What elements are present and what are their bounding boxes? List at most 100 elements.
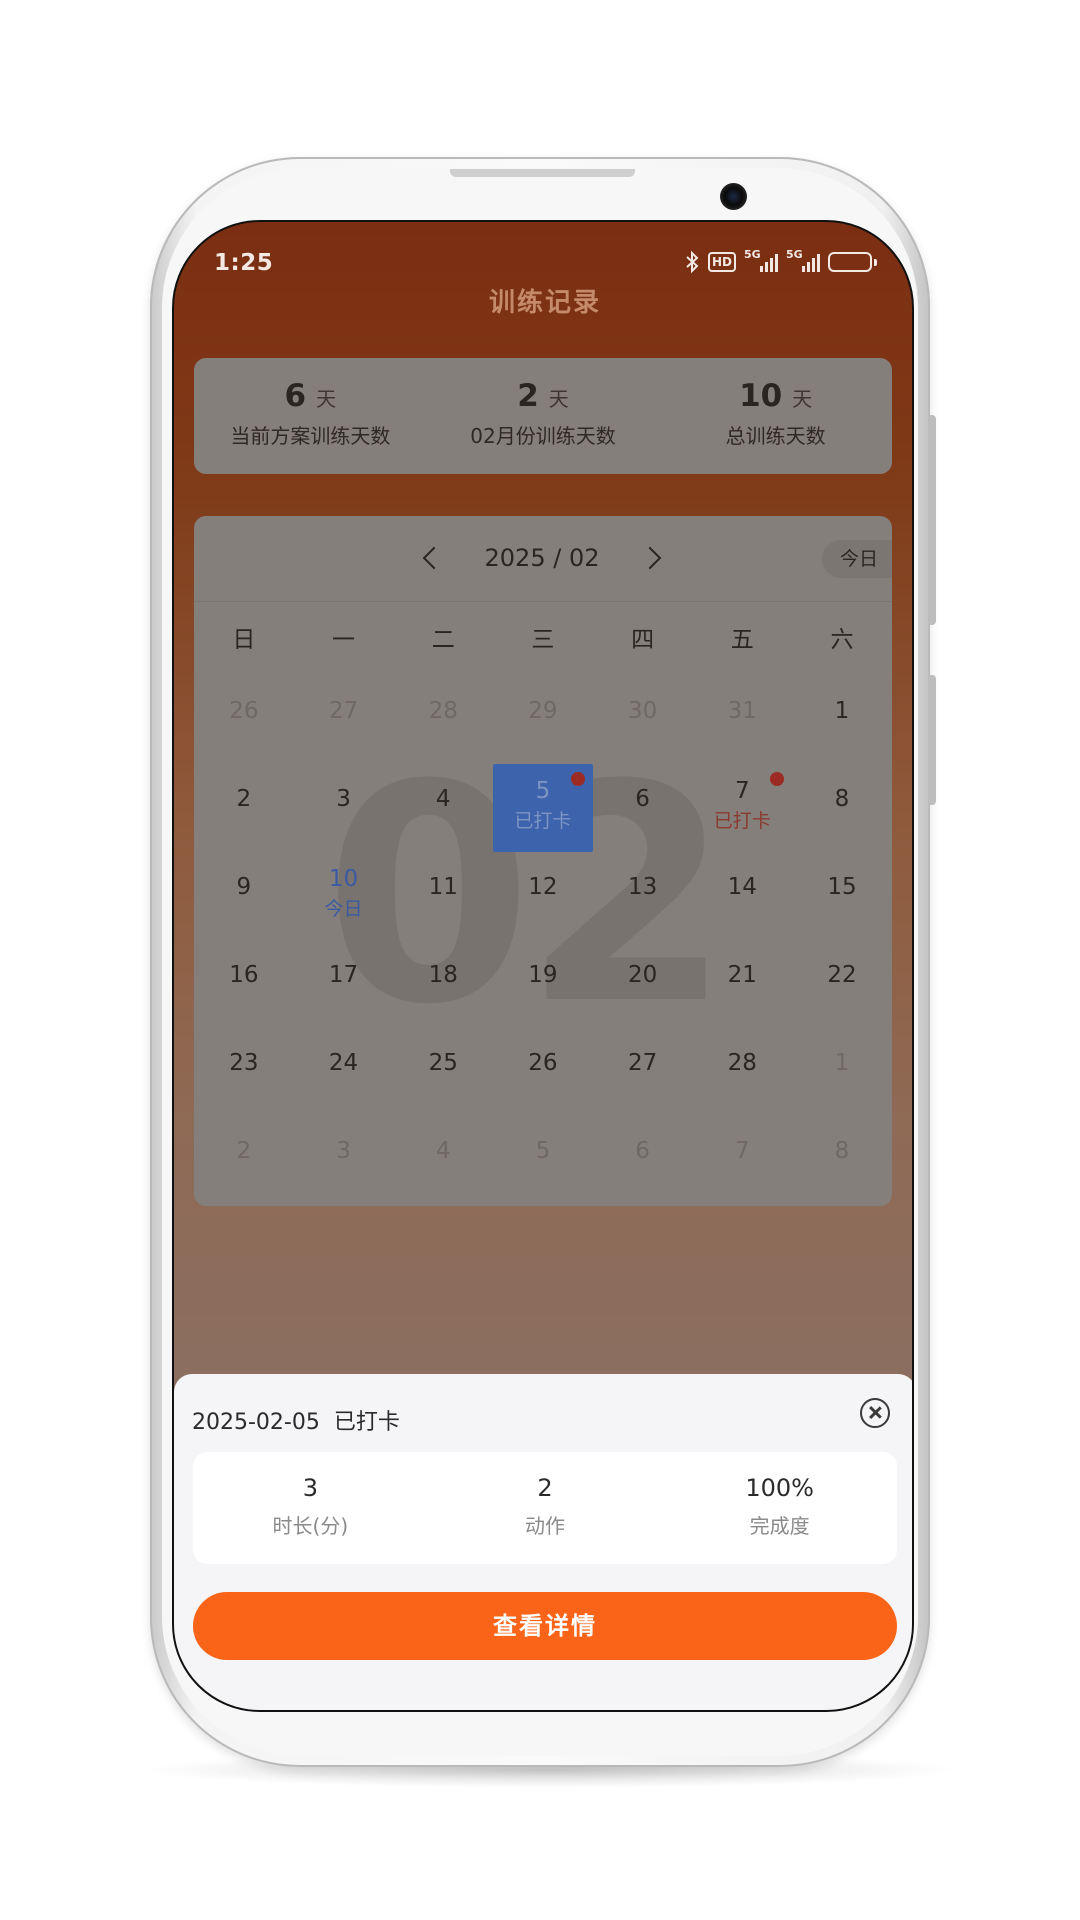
day-number: 2	[236, 1138, 252, 1164]
calendar-day[interactable]: 14	[692, 852, 792, 940]
calendar-day[interactable]: 8	[792, 1116, 892, 1204]
chevron-left-icon	[422, 546, 446, 570]
volume-button	[928, 415, 936, 625]
sheet-status: 已打卡	[333, 1410, 400, 1435]
day-number: 16	[229, 962, 259, 988]
calendar-day[interactable]: 6	[593, 764, 693, 852]
calendar-day[interactable]: 26	[194, 676, 294, 764]
summary-value: 2	[517, 378, 539, 414]
day-number: 17	[328, 962, 359, 988]
calendar-day[interactable]: 29	[493, 676, 593, 764]
day-number: 18	[428, 962, 458, 988]
calendar-day[interactable]: 1	[792, 676, 892, 764]
calendar-day[interactable]: 8	[792, 764, 892, 852]
calendar-week-row: 2 3 4 5 已打卡 6 7 已打卡 8	[194, 764, 892, 852]
calendar-day[interactable]: 3	[294, 1116, 394, 1204]
network-type-label-2: 5G	[786, 248, 803, 261]
calendar-week-row: 23 24 25 26 27 28 1	[194, 1028, 892, 1116]
day-number: 25	[428, 1050, 458, 1076]
day-number: 3	[336, 786, 351, 812]
summary-label: 总训练天数	[725, 424, 826, 448]
close-icon[interactable]	[860, 1398, 890, 1428]
calendar-day[interactable]: 30	[593, 676, 693, 764]
signal-icon-2: 5G	[786, 248, 820, 272]
calendar-day[interactable]: 21	[692, 940, 792, 1028]
stat-value: 2	[537, 1474, 553, 1502]
calendar-day[interactable]: 17	[294, 940, 394, 1028]
calendar-day[interactable]: 22	[792, 940, 892, 1028]
next-month-button[interactable]	[630, 538, 670, 578]
calendar-day[interactable]: 6	[593, 1116, 693, 1204]
calendar-day[interactable]: 4	[393, 1116, 493, 1204]
day-status-label: 已打卡	[713, 810, 771, 832]
calendar-day[interactable]: 11	[393, 852, 493, 940]
weekday-header: 日 一 二 三 四 五 六	[194, 620, 892, 654]
calendar-day[interactable]: 9	[194, 852, 294, 940]
calendar-day[interactable]: 24	[294, 1028, 394, 1116]
day-number: 5	[535, 1138, 551, 1164]
summary-unit: 天	[548, 387, 569, 411]
calendar-day[interactable]: 25	[393, 1028, 493, 1116]
day-number: 1	[834, 1050, 850, 1076]
calendar-day[interactable]: 28	[393, 676, 493, 764]
summary-value: 10	[739, 378, 783, 414]
weekday-label: 日	[232, 627, 256, 653]
checkin-dot-icon	[570, 772, 585, 786]
calendar-day[interactable]: 7 已打卡	[692, 764, 792, 852]
calendar-day[interactable]: 19	[493, 940, 593, 1028]
calendar-day-selected[interactable]: 5 已打卡	[493, 764, 593, 852]
signal-icon: 5G	[744, 248, 778, 272]
day-number: 27	[627, 1050, 658, 1076]
calendar-day[interactable]: 23	[194, 1028, 294, 1116]
sheet-date: 2025-02-05	[192, 1410, 320, 1435]
stat-value: 100%	[745, 1474, 814, 1502]
calendar-week-row: 9 10 今日 11 12 13 14 15	[194, 852, 892, 940]
calendar-day[interactable]: 31	[692, 676, 792, 764]
calendar-day[interactable]: 12	[493, 852, 593, 940]
day-number: 6	[635, 1138, 650, 1164]
calendar-day[interactable]: 3	[294, 764, 394, 852]
calendar-day[interactable]: 27	[593, 1028, 693, 1116]
calendar-day[interactable]: 27	[294, 676, 394, 764]
calendar-day[interactable]: 20	[593, 940, 693, 1028]
summary-label: 02月份训练天数	[470, 424, 616, 448]
stat-label: 时长(分)	[272, 1514, 349, 1538]
calendar-day[interactable]: 2	[194, 1116, 294, 1204]
calendar-week-row: 2 3 4 5 6 7 8	[194, 1116, 892, 1204]
day-number: 28	[428, 698, 458, 724]
day-number: 31	[727, 698, 757, 724]
stat-label: 动作	[525, 1514, 565, 1538]
front-camera	[720, 183, 747, 210]
page-title: 训练记录	[488, 288, 601, 318]
calendar-grid: 26 27 28 29 30 31 1 2 3 4 5 已打卡 6 7 已打卡 8 9 10 今日 11 12 13 14 1…	[194, 676, 892, 1204]
day-number: 2	[236, 786, 252, 812]
phone-screen: 1:25 HD 5G 5G 训练记录 6天 当前方案训练天数 2 天 02月份训…	[172, 220, 914, 1712]
today-button[interactable]: 今日	[822, 540, 892, 578]
day-number: 26	[229, 698, 259, 724]
calendar-day[interactable]: 28	[692, 1028, 792, 1116]
calendar-day[interactable]: 15	[792, 852, 892, 940]
calendar-day-today[interactable]: 10 今日	[294, 852, 394, 940]
battery-icon	[828, 252, 877, 272]
stat-value: 3	[302, 1474, 318, 1502]
view-details-button[interactable]: 查看详情	[193, 1592, 897, 1660]
calendar-day[interactable]: 7	[692, 1116, 792, 1204]
calendar-day[interactable]: 13	[593, 852, 693, 940]
calendar-day[interactable]: 1	[792, 1028, 892, 1116]
day-stats: 3 时长(分) 2 动作 100% 完成度	[193, 1452, 897, 1564]
stat-duration: 3 时长(分)	[193, 1452, 428, 1564]
day-number: 1	[834, 698, 850, 724]
calendar-day[interactable]: 2	[194, 764, 294, 852]
day-number: 9	[236, 874, 252, 900]
calendar-day[interactable]: 18	[393, 940, 493, 1028]
day-number: 19	[528, 962, 558, 988]
chevron-right-icon	[638, 546, 662, 570]
calendar-week-row: 16 17 18 19 20 21 22	[194, 940, 892, 1028]
calendar-day[interactable]: 4	[393, 764, 493, 852]
calendar: 02 2025 / 02 今日 日 一 二 三 四 五 六 26 27 28 2…	[194, 516, 892, 1206]
calendar-day[interactable]: 16	[194, 940, 294, 1028]
calendar-day[interactable]: 26	[493, 1028, 593, 1116]
network-type-label: 5G	[744, 248, 761, 261]
prev-month-button[interactable]	[414, 538, 454, 578]
calendar-day[interactable]: 5	[493, 1116, 593, 1204]
